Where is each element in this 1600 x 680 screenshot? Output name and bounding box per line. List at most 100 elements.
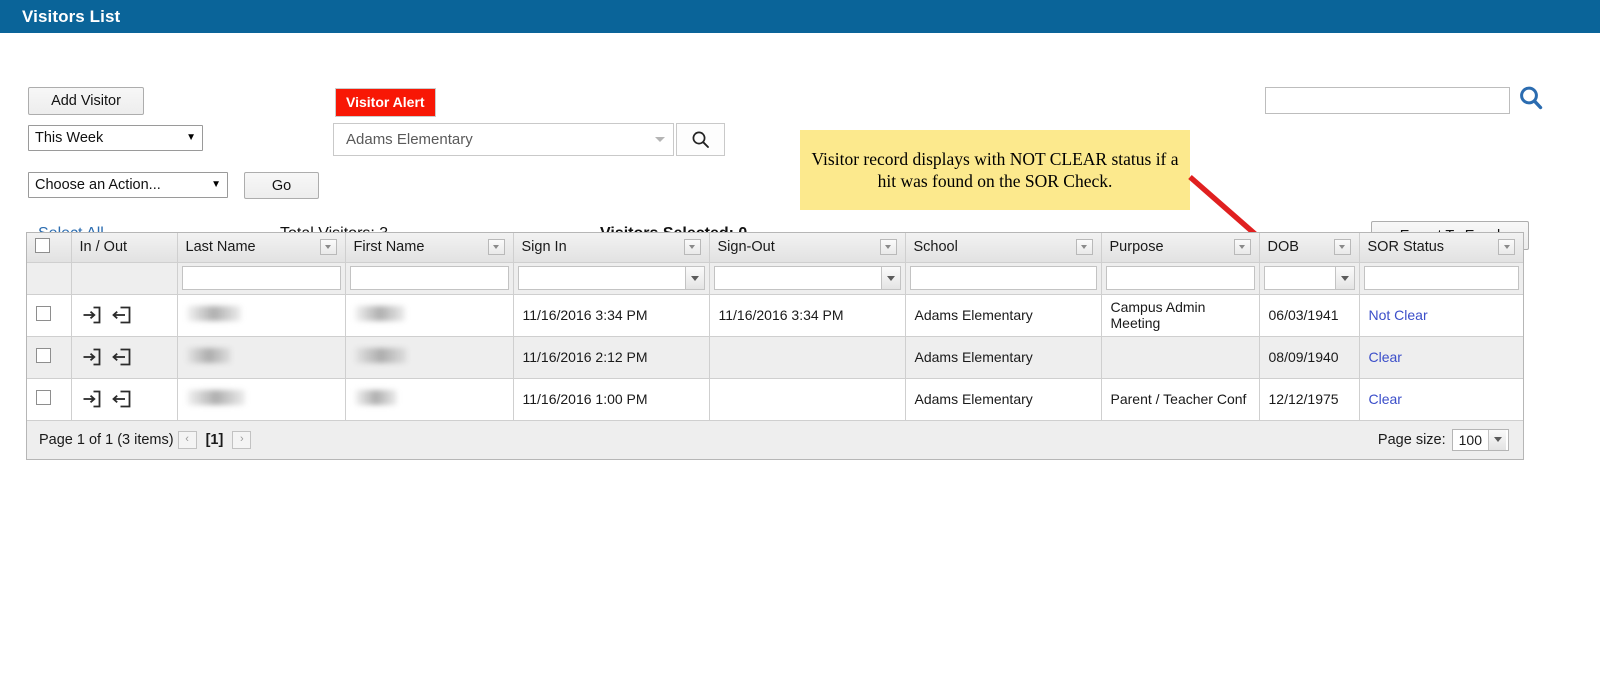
chevron-down-icon[interactable] [1488,429,1506,450]
current-page-indicator[interactable]: [1] [206,432,224,448]
header-label: School [913,239,958,256]
chevron-down-icon: ▼ [186,132,196,143]
header-purpose[interactable]: Purpose [1101,233,1260,263]
filter-input-school[interactable] [909,266,1097,290]
filter-input-purpose[interactable] [1105,266,1255,290]
chevron-down-icon[interactable] [1334,267,1354,289]
sign-in-icon[interactable] [81,388,103,410]
row-checkbox[interactable] [36,348,51,363]
row-sign-in-cell: 11/16/2016 2:12 PM [513,336,710,379]
row-checkbox[interactable] [36,390,51,405]
row-checkbox[interactable] [36,306,51,321]
sor-status-link[interactable]: Clear [1369,391,1402,407]
add-visitor-button[interactable]: Add Visitor [28,87,144,115]
header-label: SOR Status [1367,239,1445,256]
column-filter-icon[interactable] [1498,239,1515,256]
header-sor-status[interactable]: SOR Status [1359,233,1523,263]
school-combobox-value: Adams Elementary [346,131,473,148]
column-filter-icon[interactable] [879,239,897,256]
table-row[interactable]: 11/16/2016 2:12 PM Adams Elementary 08/0… [27,336,1523,379]
filter-cell-sign-out [709,262,906,295]
row-purpose-cell [1101,336,1260,379]
row-sor-status-cell: Not Clear [1359,294,1523,337]
sor-status-link[interactable]: Clear [1369,349,1402,365]
column-filter-icon[interactable] [487,239,505,256]
table-row[interactable]: 11/16/2016 3:34 PM 11/16/2016 3:34 PM Ad… [27,294,1523,337]
filter-input-sor-status[interactable] [1363,266,1519,290]
header-first-name[interactable]: First Name [345,233,514,263]
filter-cell-sor-status [1359,262,1523,295]
row-first-name-cell [345,294,514,337]
header-label: Sign-Out [717,239,775,256]
action-select[interactable]: Choose an Action... ▼ [28,172,228,198]
page-size-select[interactable]: 100 [1451,428,1509,451]
header-select-all-checkbox-cell [27,233,72,263]
row-school-cell: Adams Elementary [905,294,1102,337]
filter-cell-school [905,262,1102,295]
visitor-alert-button[interactable]: Visitor Alert [335,88,436,117]
redacted-last-name [186,348,231,363]
page-size-value: 100 [1458,431,1482,448]
redacted-last-name [186,306,241,321]
header-dob[interactable]: DOB [1259,233,1360,263]
school-combobox[interactable]: Adams Elementary [333,123,674,156]
search-input[interactable] [1265,87,1510,114]
filter-input-last-name[interactable] [181,266,341,290]
row-last-name-cell [177,378,346,421]
table-row[interactable]: 11/16/2016 1:00 PM Adams Elementary Pare… [27,378,1523,421]
redacted-last-name [186,390,245,405]
sign-out-icon[interactable] [111,304,133,326]
sign-in-icon[interactable] [81,346,103,368]
header-label: First Name [353,239,425,256]
search-button[interactable] [1516,83,1546,118]
sign-out-icon[interactable] [111,388,133,410]
header-school[interactable]: School [905,233,1102,263]
row-select-cell [27,378,72,421]
date-range-value: This Week [35,130,104,146]
date-range-select[interactable]: This Week ▼ [28,125,203,151]
chevron-down-icon[interactable] [880,267,900,289]
row-last-name-cell [177,336,346,379]
column-filter-icon[interactable] [683,239,701,256]
table-filter-row [27,262,1523,295]
column-filter-icon[interactable] [1333,239,1351,256]
toolbar: Add Visitor This Week ▼ Choose an Action… [0,33,1600,344]
prev-page-button[interactable]: ‹ [177,430,197,449]
row-select-cell [27,336,72,379]
header-sign-in[interactable]: Sign In [513,233,710,263]
row-purpose-cell: Parent / Teacher Conf [1101,378,1260,421]
sign-in-icon[interactable] [81,304,103,326]
filter-select-sign-in[interactable] [517,266,705,290]
redacted-first-name [354,390,397,405]
sor-status-link[interactable]: Not Clear [1369,307,1428,323]
filter-select-dob[interactable] [1263,266,1355,290]
filter-cell-first-name [345,262,514,295]
row-sign-out-cell [709,378,906,421]
filter-cell-purpose [1101,262,1260,295]
annotation-callout: Visitor record displays with NOT CLEAR s… [800,130,1190,210]
select-all-checkbox[interactable] [35,237,50,253]
page-info: Page 1 of 1 (3 items) [39,431,174,448]
row-select-cell [27,294,72,337]
page-title: Visitors List [22,6,121,26]
row-inout-cell [71,336,178,379]
row-inout-cell [71,378,178,421]
column-filter-icon[interactable] [1075,239,1093,256]
filter-input-first-name[interactable] [349,266,509,290]
school-search-button[interactable] [676,123,725,156]
header-sign-out[interactable]: Sign-Out [709,233,906,263]
chevron-down-icon[interactable] [684,267,704,289]
sign-out-icon[interactable] [111,346,133,368]
header-in-out[interactable]: In / Out [71,233,178,263]
row-last-name-cell [177,294,346,337]
row-sor-status-cell: Clear [1359,378,1523,421]
go-button[interactable]: Go [244,172,319,199]
column-filter-icon[interactable] [1233,239,1251,256]
column-filter-icon[interactable] [319,239,337,256]
filter-select-sign-out[interactable] [713,266,901,290]
next-page-button[interactable]: › [232,430,252,449]
row-dob-cell: 06/03/1941 [1259,294,1360,337]
filter-cell-dob [1259,262,1360,295]
chevron-down-icon: ▼ [211,179,221,190]
header-last-name[interactable]: Last Name [177,233,346,263]
